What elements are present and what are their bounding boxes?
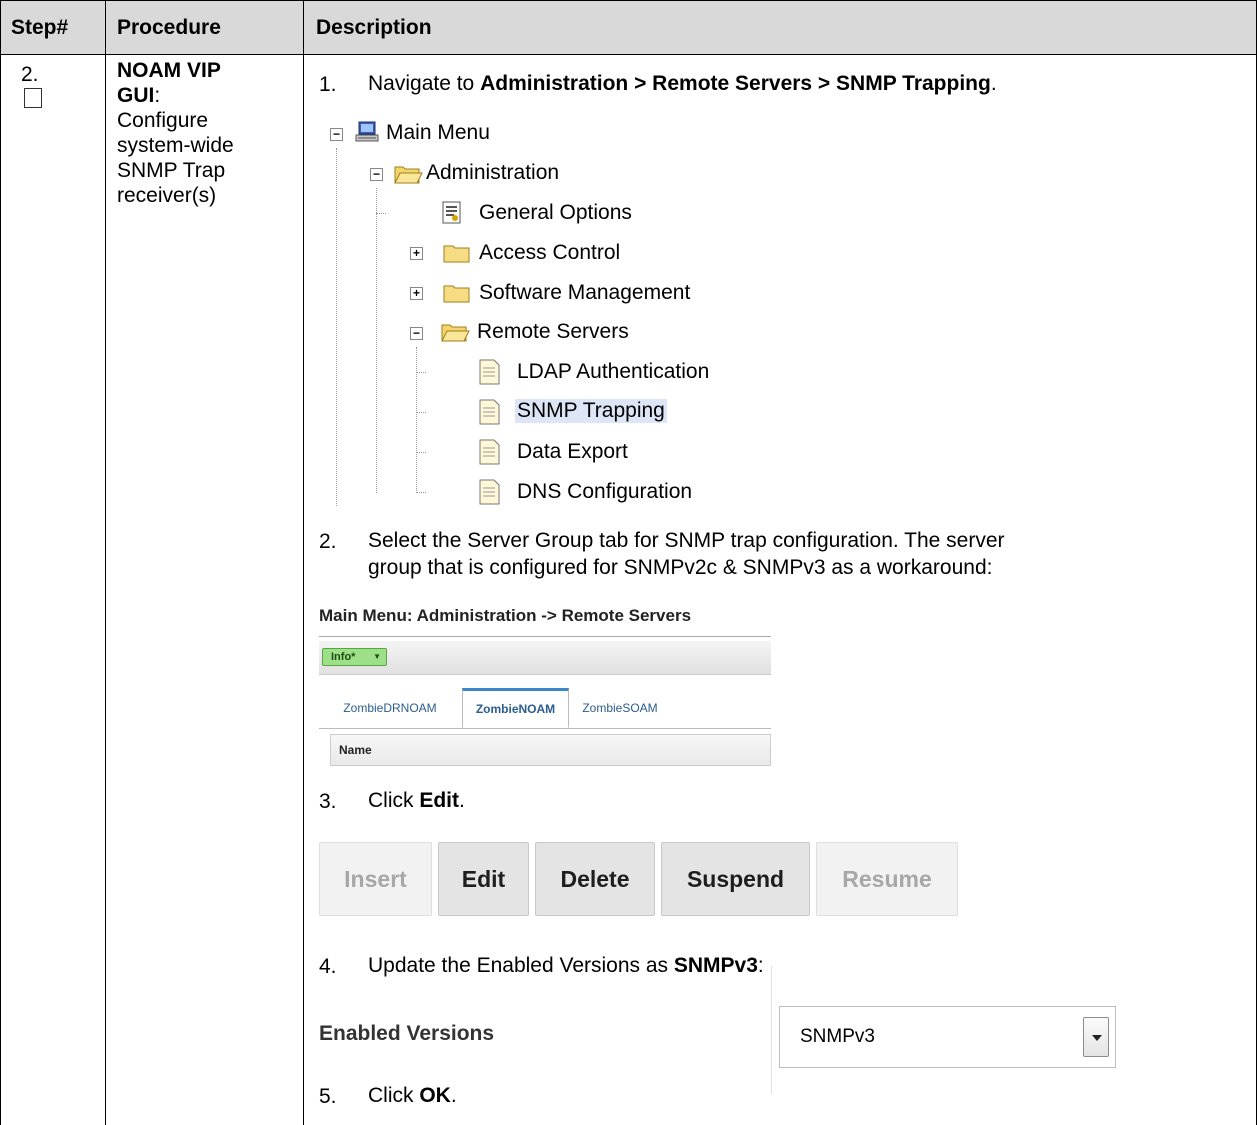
folder-icon [443,245,470,263]
tree-dns-configuration[interactable]: DNS Configuration [517,480,692,504]
tree-snmp-trapping[interactable]: SNMP Trapping [515,399,667,423]
page-icon [479,439,500,465]
procedure-table: Step# Procedure Description 2. NOAM VIP … [0,0,1257,1125]
procedure-line: receiver(s) [117,184,217,207]
procedure-line: SNMP Trap [117,159,226,182]
step-1-number: 1. [319,73,337,96]
tree-ldap-authentication[interactable]: LDAP Authentication [517,360,709,384]
table-header-divider [0,54,1257,55]
table-divider [303,0,304,1125]
options-icon [442,201,461,224]
step-number: 2. [21,63,39,86]
header-procedure: Procedure [117,16,221,39]
step-3-number: 3. [319,790,337,813]
edit-button[interactable]: Edit [438,842,529,916]
step-2-number: 2. [319,530,337,553]
step-4-number: 4. [319,955,337,978]
procedure-line: system-wide [117,134,234,157]
server-group-tabs: ZombieDRNOAM ZombieNOAM ZombieSOAM [319,688,771,729]
page-icon [479,479,500,505]
chevron-down-icon[interactable] [1083,1017,1109,1057]
page-icon [479,399,500,425]
insert-button[interactable]: Insert [319,842,432,916]
tree-main-menu[interactable]: Main Menu [386,121,490,145]
info-button[interactable]: Info* ▼ [322,648,387,666]
step-3-text: Click Edit. [368,789,465,812]
divider [771,966,772,1094]
enabled-versions-select[interactable]: SNMPv3 [779,1006,1116,1068]
table-divider [105,0,106,1125]
procedure-title-line2: GUI: [117,84,161,107]
tab-zombienoam[interactable]: ZombieNOAM [462,688,569,728]
name-column-header: Name [330,734,771,766]
expand-icon[interactable]: + [410,247,423,260]
procedure-line: Configure [117,109,209,132]
header-description: Description [316,16,432,39]
step-4-text: Update the Enabled Versions as SNMPv3: [368,954,764,977]
enabled-versions-label: Enabled Versions [319,1022,495,1045]
step-checkbox[interactable] [24,88,42,108]
collapse-icon[interactable]: − [370,168,383,181]
procedure-title-line1: NOAM VIP [117,59,221,82]
page-icon [479,359,500,385]
tree-access-control[interactable]: Access Control [479,241,620,265]
header-step: Step# [11,16,69,39]
tree-general-options[interactable]: General Options [479,201,632,225]
step-5-text: Click OK. [368,1084,457,1107]
suspend-button[interactable]: Suspend [661,842,810,916]
enabled-versions-value: SNMPv3 [800,1026,875,1047]
procedure-cell: NOAM VIP GUI: Configure system-wide SNMP… [117,58,297,208]
step-2-text: Select the Server Group tab for SNMP tra… [368,529,1005,579]
tree-administration[interactable]: Administration [426,161,559,185]
resume-button[interactable]: Resume [816,842,958,916]
folder-open-icon [394,166,423,184]
collapse-icon[interactable]: − [410,327,423,340]
table-border-top [0,0,1257,1]
computer-icon [355,121,379,142]
tree-data-export[interactable]: Data Export [517,440,628,464]
expand-icon[interactable]: + [410,287,423,300]
step-1-text: Navigate to Administration > Remote Serv… [368,72,997,95]
delete-button[interactable]: Delete [535,842,655,916]
chevron-down-icon: ▼ [373,652,381,661]
tab-zombiedrnoam[interactable]: ZombieDRNOAM [319,688,461,728]
tab-zombiesoam[interactable]: ZombieSOAM [570,688,670,728]
step-5-number: 5. [319,1085,337,1108]
folder-icon [443,285,470,303]
page-title: Main Menu: Administration -> Remote Serv… [319,606,692,625]
table-border-left [0,0,1,1125]
collapse-icon[interactable]: − [330,128,343,141]
tree-software-management[interactable]: Software Management [479,281,690,305]
folder-open-icon [441,324,470,342]
divider [319,636,771,637]
tree-remote-servers[interactable]: Remote Servers [477,320,629,344]
